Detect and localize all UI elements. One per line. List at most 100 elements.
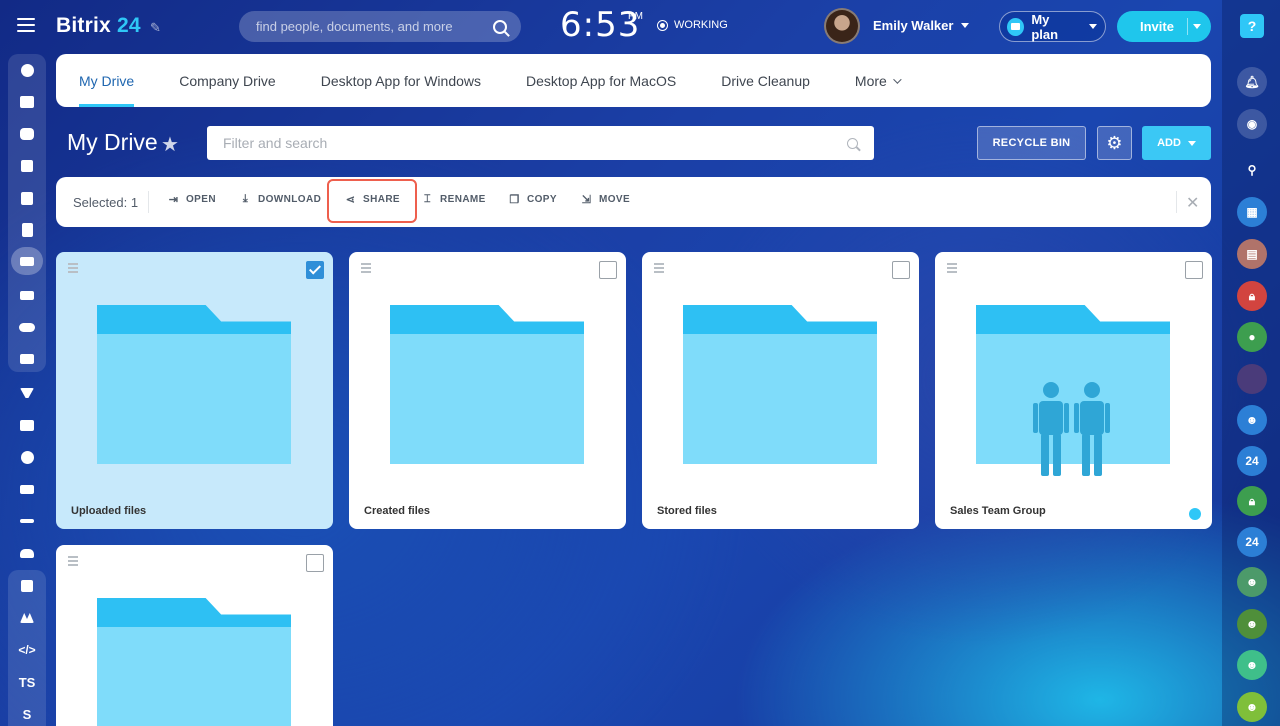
folder-tile[interactable]: Created files [349, 252, 626, 529]
menu-icon[interactable] [17, 18, 35, 34]
filter-search-input[interactable] [223, 135, 847, 151]
photo-chat-icon[interactable] [1237, 364, 1267, 394]
chevron-down-icon[interactable] [1193, 24, 1201, 29]
rename-button[interactable]: ⌶ RENAME [422, 193, 486, 205]
global-search-input[interactable] [256, 19, 493, 34]
drag-handle-icon[interactable] [68, 263, 78, 275]
chevron-down-icon [1187, 140, 1196, 146]
tab-company-drive[interactable]: Company Drive [179, 54, 275, 107]
move-icon: ⇲ [581, 194, 592, 206]
rename-label: RENAME [440, 194, 486, 205]
folder-checkbox[interactable] [306, 554, 324, 572]
people-icon [1033, 382, 1110, 476]
chevron-down-icon [961, 23, 970, 28]
folder-checkbox[interactable] [306, 261, 324, 279]
lock-chat-icon-2[interactable]: 🔒︎ [1237, 486, 1267, 516]
workspace-s[interactable]: S [8, 700, 46, 726]
app-logo[interactable]: Bitrix 24 [56, 14, 141, 38]
folder-tile[interactable]: Uploaded files [56, 252, 333, 529]
drag-handle-icon[interactable] [68, 556, 78, 568]
search-icon[interactable]: ⚲ [1237, 155, 1267, 185]
bitrix24-chat-icon[interactable]: 24 [1237, 446, 1267, 476]
messenger-icon[interactable]: ◉ [1237, 109, 1267, 139]
calendar-icon[interactable] [8, 184, 46, 212]
folder-icon [97, 598, 291, 726]
tab-my-drive[interactable]: My Drive [79, 54, 135, 107]
tab-drive-cleanup[interactable]: Drive Cleanup [721, 54, 810, 107]
tab-more[interactable]: More [855, 54, 902, 107]
team-chat-icon-4[interactable]: ☻ [1237, 692, 1267, 722]
robot-icon[interactable] [8, 539, 46, 567]
chat-icon[interactable] [8, 120, 46, 148]
star-icon[interactable]: ★ [161, 132, 179, 157]
copy-button[interactable]: ❐ COPY [509, 194, 557, 206]
team-chat-icon-3[interactable]: ☻ [1237, 650, 1267, 680]
folder-tile[interactable]: Sales Team Group [935, 252, 1212, 529]
drive-icon[interactable] [11, 247, 43, 275]
developer-icon[interactable]: </> [8, 636, 46, 664]
open-button[interactable]: ⇥ OPEN [168, 194, 216, 206]
my-plan-button[interactable]: My plan [999, 11, 1106, 42]
edit-logo-icon[interactable]: ✎ [150, 20, 161, 36]
tasks-icon[interactable] [8, 88, 46, 116]
copy-icon: ❐ [509, 194, 520, 206]
funnel-icon[interactable] [8, 379, 46, 407]
drag-handle-icon[interactable] [654, 263, 664, 275]
contacts-icon[interactable] [8, 345, 46, 373]
invite-button[interactable]: Invite [1117, 11, 1211, 42]
mail-icon[interactable] [8, 281, 46, 309]
folder-icon [97, 305, 291, 464]
help-icon[interactable]: ? [1240, 14, 1264, 38]
close-icon[interactable]: ✕ [1186, 193, 1199, 213]
tab-desktop-windows[interactable]: Desktop App for Windows [321, 54, 481, 107]
lock-chat-icon[interactable]: 🔒︎ [1237, 281, 1267, 311]
rename-icon: ⌶ [424, 193, 431, 205]
folder-tile[interactable] [56, 545, 333, 726]
folder-tile[interactable]: Stored files [642, 252, 919, 529]
recycle-bin-button[interactable]: RECYCLE BIN [977, 126, 1086, 160]
box-icon[interactable] [8, 572, 46, 600]
divider [148, 191, 149, 213]
marketplace-icon[interactable] [8, 604, 46, 632]
briefcase-icon [1007, 17, 1025, 36]
folder-checkbox[interactable] [599, 261, 617, 279]
groups-icon[interactable] [8, 313, 46, 341]
work-status[interactable]: WORKING [657, 19, 728, 31]
notifications-icon[interactable]: 🔔︎ [1237, 67, 1267, 97]
group-folder-icon [976, 305, 1170, 476]
team-chat-icon[interactable]: ☻ [1237, 567, 1267, 597]
sign-icon[interactable] [8, 507, 46, 535]
add-button[interactable]: ADD [1142, 126, 1211, 160]
download-button[interactable]: ⤓ DOWNLOAD [240, 193, 321, 205]
gear-icon[interactable]: ⚙ [1097, 126, 1132, 160]
checklist-icon[interactable] [8, 152, 46, 180]
group-chat-icon[interactable]: ☻ [1237, 405, 1267, 435]
workspace-ts[interactable]: TS [8, 668, 46, 696]
drag-handle-icon[interactable] [361, 263, 371, 275]
folder-checkbox[interactable] [1185, 261, 1203, 279]
contact-chat-icon[interactable]: ▤ [1237, 239, 1267, 269]
bitrix24-chat-icon-2[interactable]: 24 [1237, 527, 1267, 557]
user-avatar[interactable] [824, 8, 860, 44]
team-chat-icon-2[interactable]: ☻ [1237, 609, 1267, 639]
folder-checkbox[interactable] [892, 261, 910, 279]
user-chat-icon[interactable]: ● [1237, 322, 1267, 352]
cart-icon[interactable] [8, 475, 46, 503]
store-icon[interactable] [8, 411, 46, 439]
folder-name[interactable]: Sales Team Group [950, 505, 1046, 517]
folder-name[interactable]: Stored files [657, 505, 717, 517]
user-menu[interactable]: Emily Walker [873, 18, 970, 33]
feed-icon[interactable] [8, 56, 46, 84]
folder-name[interactable]: Uploaded files [71, 505, 146, 517]
move-button[interactable]: ⇲ MOVE [581, 194, 630, 206]
tab-desktop-macos[interactable]: Desktop App for MacOS [526, 54, 676, 107]
target-icon[interactable] [8, 443, 46, 471]
calendar-chat-icon[interactable]: ▦ [1237, 197, 1267, 227]
search-icon[interactable] [493, 19, 507, 34]
search-icon[interactable] [847, 137, 858, 149]
clock-ampm: PM [628, 11, 643, 22]
copy-label: COPY [527, 194, 557, 205]
folder-name[interactable]: Created files [364, 505, 430, 517]
drag-handle-icon[interactable] [947, 263, 957, 275]
document-icon[interactable] [8, 216, 46, 244]
